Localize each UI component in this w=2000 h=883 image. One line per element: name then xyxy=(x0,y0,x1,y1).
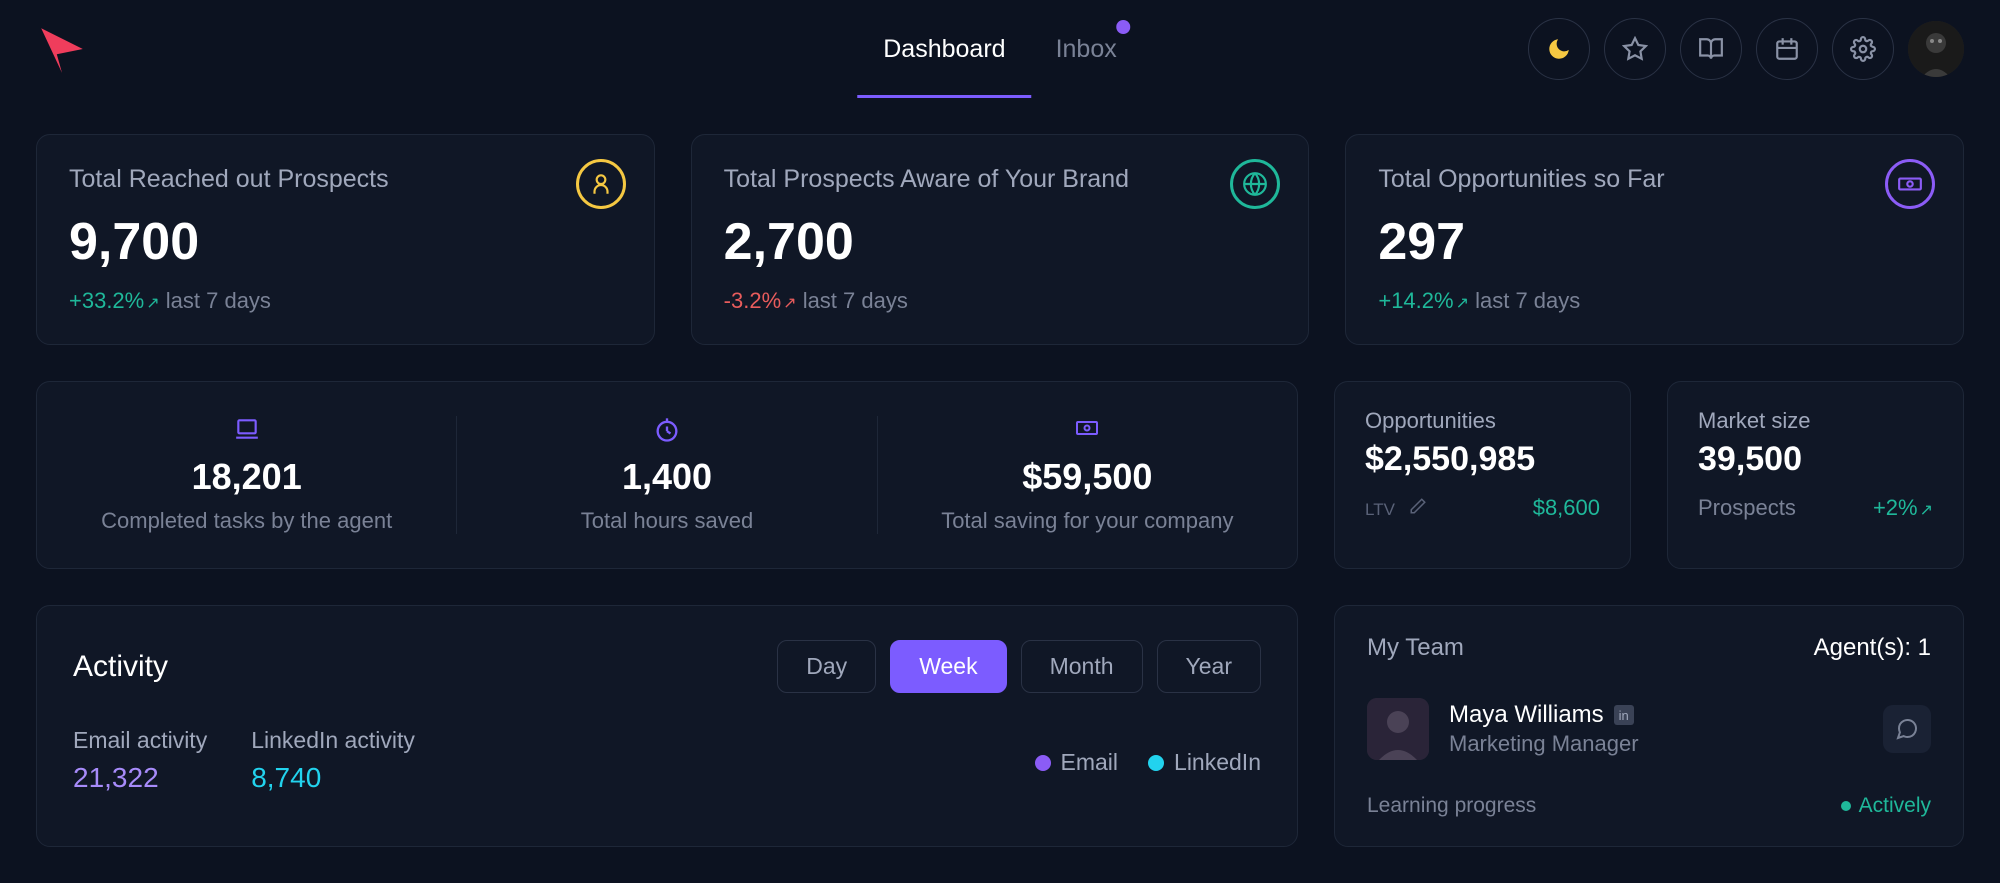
card-value: 2,700 xyxy=(724,212,1277,272)
card-trend: +33.2%↗ last 7 days xyxy=(69,288,622,314)
activity-stats: Email activity 21,322 LinkedIn activity … xyxy=(73,727,1261,794)
card-title: Total Reached out Prospects xyxy=(69,165,622,194)
card-title: Total Prospects Aware of Your Brand xyxy=(724,165,1277,194)
legend-dot-icon xyxy=(1035,755,1051,771)
activity-columns: Email activity 21,322 LinkedIn activity … xyxy=(73,727,415,794)
globe-icon xyxy=(1230,159,1280,209)
linkedin-activity-col: LinkedIn activity 8,740 xyxy=(251,727,415,794)
card-opportunities: Total Opportunities so Far 297 +14.2%↗ l… xyxy=(1345,134,1964,345)
col-label: Email activity xyxy=(73,727,207,754)
trend-up-icon: ↗ xyxy=(1920,502,1933,519)
agent-count: Agent(s): 1 xyxy=(1814,634,1931,662)
team-footer: Learning progress Actively xyxy=(1367,794,1931,818)
user-avatar[interactable] xyxy=(1908,21,1964,77)
card-value: 39,500 xyxy=(1698,440,1933,479)
user-circle-icon xyxy=(576,159,626,209)
legend-dot-icon xyxy=(1148,755,1164,771)
settings-button[interactable] xyxy=(1832,18,1894,80)
trend-up-icon: ↗ xyxy=(146,295,159,312)
prospects-label: Prospects xyxy=(1698,495,1796,521)
stat-savings: $59,500 Total saving for your company xyxy=(878,416,1297,534)
stat-label: Completed tasks by the agent xyxy=(37,508,456,534)
card-trend: +14.2%↗ last 7 days xyxy=(1378,288,1931,314)
team-title: My Team xyxy=(1367,634,1464,662)
chart-legend: Email LinkedIn xyxy=(1035,749,1261,776)
clock-icon xyxy=(457,416,876,446)
trend-up-icon: ↗ xyxy=(1456,295,1469,312)
card-footer: Prospects +2%↗ xyxy=(1698,495,1933,521)
chat-button[interactable] xyxy=(1883,705,1931,753)
card-footer: LTV $8,600 xyxy=(1365,495,1600,521)
col-value: 8,740 xyxy=(251,762,415,794)
cash-icon xyxy=(878,416,1297,446)
ltv-label: LTV xyxy=(1365,500,1395,519)
money-icon xyxy=(1885,159,1935,209)
card-value: 297 xyxy=(1378,212,1931,272)
range-tabs: Day Week Month Year xyxy=(777,640,1261,693)
bottom-row: Activity Day Week Month Year Email activ… xyxy=(36,605,1964,847)
inbox-badge xyxy=(1117,20,1131,34)
col-label: LinkedIn activity xyxy=(251,727,415,754)
calendar-button[interactable] xyxy=(1756,18,1818,80)
linkedin-icon: in xyxy=(1614,705,1634,725)
theme-toggle[interactable] xyxy=(1528,18,1590,80)
favorites-button[interactable] xyxy=(1604,18,1666,80)
card-title: Opportunities xyxy=(1365,408,1600,434)
tab-inbox[interactable]: Inbox xyxy=(1056,0,1117,98)
card-title: Market size xyxy=(1698,408,1933,434)
prospects-trend: +2%↗ xyxy=(1873,495,1933,521)
opportunities-value-card: Opportunities $2,550,985 LTV $8,600 xyxy=(1334,381,1631,569)
range-year[interactable]: Year xyxy=(1157,640,1261,693)
legend-linkedin: LinkedIn xyxy=(1148,749,1261,776)
card-value: $2,550,985 xyxy=(1365,440,1600,479)
header: Dashboard Inbox xyxy=(0,0,2000,98)
edit-icon[interactable] xyxy=(1409,495,1427,520)
progress-label: Learning progress xyxy=(1367,794,1536,818)
content: Total Reached out Prospects 9,700 +33.2%… xyxy=(0,98,2000,883)
docs-button[interactable] xyxy=(1680,18,1742,80)
ltv-value: $8,600 xyxy=(1533,495,1600,521)
mid-row: 18,201 Completed tasks by the agent 1,40… xyxy=(36,381,1964,569)
activity-title: Activity xyxy=(73,650,168,684)
team-header: My Team Agent(s): 1 xyxy=(1367,634,1931,662)
stat-value: $59,500 xyxy=(878,456,1297,498)
card-trend: -3.2%↗ last 7 days xyxy=(724,288,1277,314)
range-day[interactable]: Day xyxy=(777,640,876,693)
trend-down-icon: ↗ xyxy=(783,295,796,312)
status-dot-icon xyxy=(1841,801,1851,811)
col-value: 21,322 xyxy=(73,762,207,794)
activity-card: Activity Day Week Month Year Email activ… xyxy=(36,605,1298,847)
range-week[interactable]: Week xyxy=(890,640,1006,693)
range-month[interactable]: Month xyxy=(1021,640,1143,693)
header-actions xyxy=(1528,18,1964,80)
app-logo xyxy=(36,23,88,75)
card-value: 9,700 xyxy=(69,212,622,272)
card-title: Total Opportunities so Far xyxy=(1378,165,1931,194)
member-role: Marketing Manager xyxy=(1449,731,1863,757)
tab-dashboard[interactable]: Dashboard xyxy=(883,0,1005,98)
team-member: Maya Williams in Marketing Manager xyxy=(1367,686,1931,772)
activity-header: Activity Day Week Month Year xyxy=(73,640,1261,693)
card-reached-prospects: Total Reached out Prospects 9,700 +33.2%… xyxy=(36,134,655,345)
status-label: Actively xyxy=(1841,794,1931,818)
member-name: Maya Williams in xyxy=(1449,701,1863,729)
stat-value: 1,400 xyxy=(457,456,876,498)
legend-email: Email xyxy=(1035,749,1119,776)
card-aware-prospects: Total Prospects Aware of Your Brand 2,70… xyxy=(691,134,1310,345)
stat-label: Total hours saved xyxy=(457,508,876,534)
laptop-icon xyxy=(37,416,456,446)
email-activity-col: Email activity 21,322 xyxy=(73,727,207,794)
tab-inbox-label: Inbox xyxy=(1056,35,1117,64)
team-card: My Team Agent(s): 1 Maya Williams in Mar… xyxy=(1334,605,1964,847)
stat-label: Total saving for your company xyxy=(878,508,1297,534)
market-size-card: Market size 39,500 Prospects +2%↗ xyxy=(1667,381,1964,569)
main-tabs: Dashboard Inbox xyxy=(883,0,1116,98)
stat-hours: 1,400 Total hours saved xyxy=(457,416,877,534)
stat-tasks: 18,201 Completed tasks by the agent xyxy=(37,416,457,534)
top-cards-row: Total Reached out Prospects 9,700 +33.2%… xyxy=(36,134,1964,345)
stats-card: 18,201 Completed tasks by the agent 1,40… xyxy=(36,381,1298,569)
member-avatar xyxy=(1367,698,1429,760)
stat-value: 18,201 xyxy=(37,456,456,498)
member-info: Maya Williams in Marketing Manager xyxy=(1449,701,1863,757)
